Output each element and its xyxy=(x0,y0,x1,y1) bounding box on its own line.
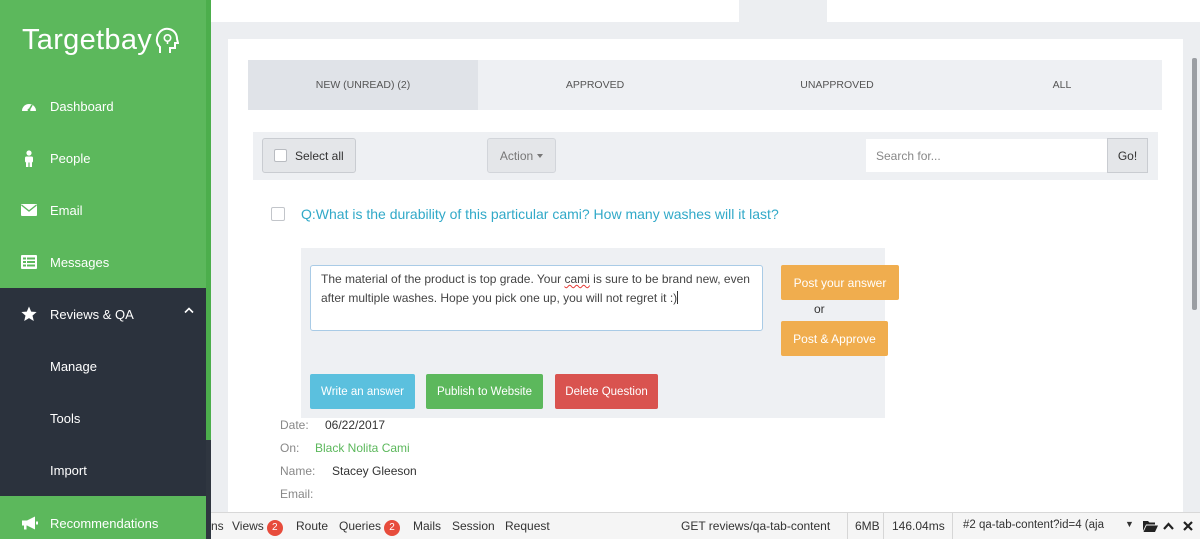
search-go-button[interactable]: Go! xyxy=(1107,138,1148,173)
caret-down-icon xyxy=(537,153,544,158)
question-checkbox[interactable] xyxy=(271,207,285,221)
debug-select-value: #2 qa-tab-content?id=4 (aja xyxy=(963,519,1104,531)
top-header-strip xyxy=(211,0,1200,22)
top-active-tab[interactable] xyxy=(739,0,827,22)
question-title[interactable]: Q:What is the durability of this particu… xyxy=(301,206,779,222)
sidebar-subitem-label: Import xyxy=(50,462,87,478)
tab-label: NEW (UNREAD) (2) xyxy=(315,79,411,91)
text-cursor xyxy=(677,291,679,304)
product-label: On: xyxy=(280,441,300,455)
close-icon[interactable] xyxy=(1183,521,1193,531)
debug-tab-views[interactable]: Views 2 xyxy=(232,519,283,536)
sidebar-item-label: Email xyxy=(50,202,83,218)
dropdown-arrow-icon: ▼ xyxy=(1125,519,1134,529)
answer-text-part: The material of the product is top grade… xyxy=(321,272,565,286)
debug-tab-mails[interactable]: Mails xyxy=(413,519,441,533)
folder-open-icon[interactable] xyxy=(1143,520,1158,532)
sidebar-scrollbar-thumb[interactable] xyxy=(206,0,211,440)
head-bulb-icon xyxy=(155,27,180,53)
debug-request-select[interactable]: #2 qa-tab-content?id=4 (aja ▼ xyxy=(961,516,1140,537)
sidebar-item-recommendations[interactable]: Recommendations xyxy=(0,497,206,539)
tab-label: APPROVED xyxy=(565,79,625,91)
select-all-button[interactable]: Select all xyxy=(262,138,356,173)
sidebar-item-email[interactable]: Email xyxy=(0,184,206,236)
sidebar-item-dashboard[interactable]: Dashboard xyxy=(0,80,206,132)
publish-website-button[interactable]: Publish to Website xyxy=(426,374,543,409)
tab-unapproved[interactable]: UNAPPROVED xyxy=(712,60,962,110)
tab-new-unread[interactable]: NEW (UNREAD) (2) xyxy=(248,60,478,110)
sidebar-item-people[interactable]: People xyxy=(0,132,206,184)
post-approve-button[interactable]: Post & Approve xyxy=(781,321,888,356)
sidebar-item-reviews-qa[interactable]: Reviews & QA xyxy=(0,288,206,340)
go-label: Go! xyxy=(1117,148,1138,163)
debug-separator xyxy=(952,513,953,539)
qa-tabs: NEW (UNREAD) (2) APPROVED UNAPPROVED ALL xyxy=(248,60,1162,110)
sidebar-subitem-import[interactable]: Import xyxy=(0,444,206,496)
star-icon xyxy=(20,305,38,323)
app-logo-text: Targetbay xyxy=(22,24,153,56)
sidebar-item-label: Reviews & QA xyxy=(50,306,134,322)
queries-count-badge: 2 xyxy=(384,520,401,536)
post-approve-label: Post & Approve xyxy=(793,331,876,346)
person-icon xyxy=(20,149,38,167)
debug-bar: ns Views 2 Route Queries 2 Mails Session R… xyxy=(211,512,1200,539)
sidebar-item-label: Messages xyxy=(50,254,110,270)
debug-separator xyxy=(883,513,884,539)
debug-tab-queries[interactable]: Queries 2 xyxy=(339,519,401,536)
sidebar-item-label: Dashboard xyxy=(50,98,114,114)
debug-memory: 6MB xyxy=(855,519,880,533)
post-answer-button[interactable]: Post your answer xyxy=(781,265,899,300)
sidebar-item-label: Recommendations xyxy=(50,515,159,531)
page-scrollbar-thumb[interactable] xyxy=(1192,58,1197,310)
delete-question-button[interactable]: Delete Question xyxy=(555,374,658,409)
debug-tab-session[interactable]: Session xyxy=(452,519,495,533)
post-answer-label: Post your answer xyxy=(793,275,887,290)
tab-approved[interactable]: APPROVED xyxy=(478,60,712,110)
debug-tab-route[interactable]: Route xyxy=(296,519,328,533)
debug-time: 146.04ms xyxy=(892,519,945,533)
action-label: Action xyxy=(499,148,534,163)
sidebar: Targetbay Dashboard People Email Message… xyxy=(0,0,206,539)
select-all-checkbox[interactable] xyxy=(274,149,287,162)
product-link[interactable]: Black Nolita Cami xyxy=(315,441,410,455)
sidebar-item-messages[interactable]: Messages xyxy=(0,236,206,288)
tab-label: ALL xyxy=(1052,79,1072,91)
publish-label: Publish to Website xyxy=(436,385,533,398)
debug-tab-label: Queries xyxy=(339,519,382,533)
action-dropdown-button[interactable]: Action xyxy=(487,138,556,173)
app-logo[interactable]: Targetbay xyxy=(22,24,180,57)
answer-misspelled-word: cami xyxy=(564,272,590,286)
debug-tab-request[interactable]: Request xyxy=(505,519,550,533)
tab-label: UNAPPROVED xyxy=(800,79,874,91)
answer-textarea[interactable]: The material of the product is top grade… xyxy=(310,265,763,331)
debug-request-info: GET reviews/qa-tab-content xyxy=(681,519,831,533)
write-answer-label: Write an answer xyxy=(321,385,404,398)
search-input[interactable] xyxy=(866,139,1107,172)
megaphone-icon xyxy=(20,514,38,532)
views-count-badge: 2 xyxy=(266,520,283,536)
sidebar-subitem-label: Manage xyxy=(50,358,97,374)
debug-separator xyxy=(847,513,848,539)
name-value: Stacey Gleeson xyxy=(332,464,417,478)
name-label: Name: xyxy=(280,464,316,478)
messages-icon xyxy=(20,253,38,271)
chevron-up-icon[interactable] xyxy=(184,306,194,314)
dashboard-icon xyxy=(20,97,38,115)
or-separator: or xyxy=(814,302,825,316)
chevron-up-icon[interactable] xyxy=(1163,522,1174,530)
sidebar-subitem-tools[interactable]: Tools xyxy=(0,392,206,444)
select-all-label: Select all xyxy=(295,148,344,163)
envelope-icon xyxy=(20,201,38,219)
date-label: Date: xyxy=(280,418,309,432)
debug-tab-label: Views xyxy=(232,519,264,533)
email-label: Email: xyxy=(280,487,314,501)
sidebar-subitem-manage[interactable]: Manage xyxy=(0,340,206,392)
date-value: 06/22/2017 xyxy=(325,418,386,432)
write-answer-button[interactable]: Write an answer xyxy=(310,374,415,409)
debug-tab-ns[interactable]: ns xyxy=(211,519,224,533)
sidebar-subitem-label: Tools xyxy=(50,410,81,426)
delete-label: Delete Question xyxy=(565,385,648,398)
tab-all[interactable]: ALL xyxy=(962,60,1162,110)
sidebar-item-label: People xyxy=(50,150,91,166)
